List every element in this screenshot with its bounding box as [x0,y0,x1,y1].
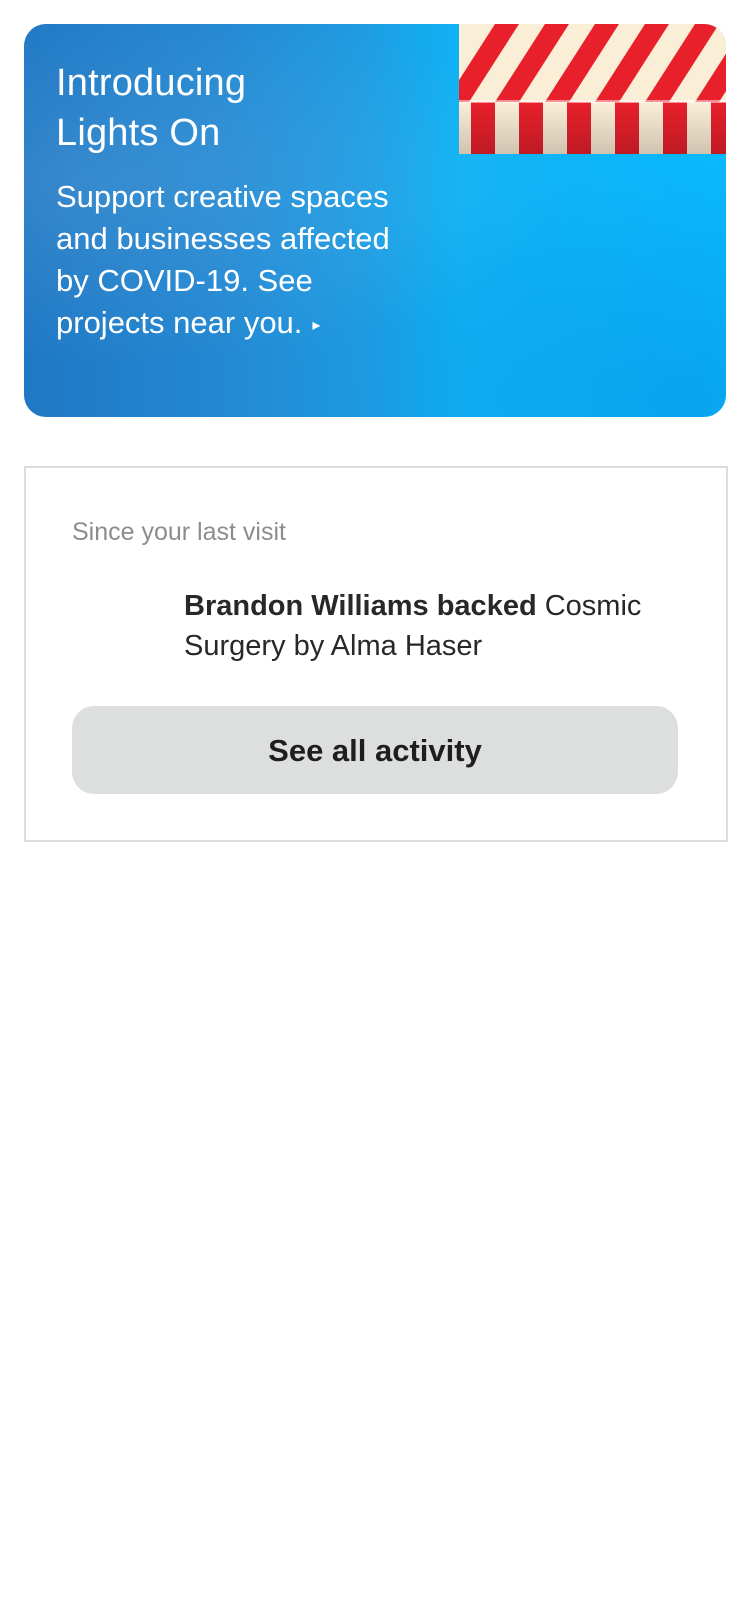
since-last-visit-label: Since your last visit [72,518,286,546]
activity-actor: Brandon Williams backed [184,590,537,622]
banner-title: Introducing Lights On [56,58,436,158]
activity-screen: Introducing Lights On Support creative s… [0,0,750,1624]
banner-body-text: Support creative spaces and businesses a… [56,179,390,340]
activity-card: Since your last visit Brandon Williams b… [24,466,728,842]
see-all-activity-button[interactable]: See all activity [72,706,678,794]
banner-title-line-1: Introducing [56,62,247,104]
striped-awning-icon [459,24,726,154]
lights-on-banner[interactable]: Introducing Lights On Support creative s… [24,24,726,417]
play-arrow-icon: ▸ [312,317,321,334]
project-thumbnail[interactable] [72,588,162,658]
activity-item[interactable]: Brandon Williams backed Cosmic Surgery b… [184,586,684,666]
banner-title-line-2: Lights On [56,112,221,154]
banner-description: Support creative spaces and businesses a… [56,176,406,347]
